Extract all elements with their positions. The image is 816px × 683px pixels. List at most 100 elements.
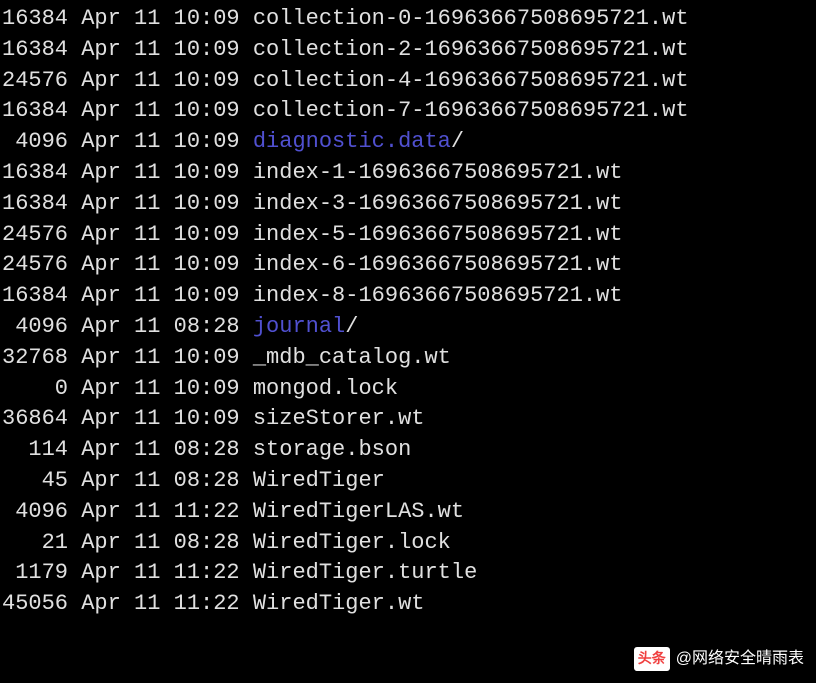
file-month: Apr [81, 499, 121, 524]
file-month: Apr [81, 6, 121, 31]
file-size: 4096 [2, 497, 68, 528]
file-time: 10:09 [174, 37, 240, 62]
file-day: 11 [134, 376, 160, 401]
file-size: 45 [2, 466, 68, 497]
listing-row: 32768 Apr 11 10:09 _mdb_catalog.wt [2, 343, 814, 374]
listing-row: 16384 Apr 11 10:09 index-3-1696366750869… [2, 189, 814, 220]
file-size: 24576 [2, 220, 68, 251]
file-time: 10:09 [174, 129, 240, 154]
file-size: 32768 [2, 343, 68, 374]
file-time: 08:28 [174, 468, 240, 493]
file-name: WiredTigerLAS.wt [253, 499, 464, 524]
file-day: 11 [134, 222, 160, 247]
file-month: Apr [81, 406, 121, 431]
file-time: 11:22 [174, 591, 240, 616]
file-month: Apr [81, 283, 121, 308]
file-month: Apr [81, 252, 121, 277]
file-day: 11 [134, 437, 160, 462]
file-month: Apr [81, 437, 121, 462]
file-size: 24576 [2, 250, 68, 281]
file-size: 0 [2, 374, 68, 405]
listing-row: 16384 Apr 11 10:09 collection-0-16963667… [2, 4, 814, 35]
file-month: Apr [81, 314, 121, 339]
file-time: 10:09 [174, 406, 240, 431]
file-day: 11 [134, 252, 160, 277]
file-name: WiredTiger.wt [253, 591, 425, 616]
listing-row: 21 Apr 11 08:28 WiredTiger.lock [2, 528, 814, 559]
watermark-logo: 头条 [634, 647, 670, 671]
file-month: Apr [81, 591, 121, 616]
file-name: index-6-16963667508695721.wt [253, 252, 623, 277]
file-time: 10:09 [174, 160, 240, 185]
file-name: collection-0-16963667508695721.wt [253, 6, 689, 31]
file-name: index-1-16963667508695721.wt [253, 160, 623, 185]
file-size: 24576 [2, 66, 68, 97]
listing-row: 4096 Apr 11 08:28 journal/ [2, 312, 814, 343]
listing-row: 24576 Apr 11 10:09 index-6-1696366750869… [2, 250, 814, 281]
file-name: WiredTiger.lock [253, 530, 451, 555]
file-month: Apr [81, 222, 121, 247]
file-name: collection-7-16963667508695721.wt [253, 98, 689, 123]
watermark-handle: @网络安全晴雨表 [676, 648, 804, 670]
listing-row: 0 Apr 11 10:09 mongod.lock [2, 374, 814, 405]
terminal-output: 16384 Apr 11 10:09 collection-0-16963667… [2, 4, 814, 620]
file-time: 10:09 [174, 191, 240, 216]
file-size: 4096 [2, 312, 68, 343]
directory-name: journal [253, 314, 345, 339]
file-day: 11 [134, 560, 160, 585]
file-day: 11 [134, 98, 160, 123]
file-day: 11 [134, 160, 160, 185]
file-day: 11 [134, 345, 160, 370]
file-size: 16384 [2, 4, 68, 35]
file-size: 16384 [2, 96, 68, 127]
file-month: Apr [81, 98, 121, 123]
directory-name: diagnostic.data [253, 129, 451, 154]
file-month: Apr [81, 160, 121, 185]
file-time: 10:09 [174, 222, 240, 247]
file-time: 08:28 [174, 530, 240, 555]
file-day: 11 [134, 499, 160, 524]
file-month: Apr [81, 376, 121, 401]
file-name: sizeStorer.wt [253, 406, 425, 431]
listing-row: 4096 Apr 11 10:09 diagnostic.data/ [2, 127, 814, 158]
file-month: Apr [81, 468, 121, 493]
file-month: Apr [81, 129, 121, 154]
file-time: 10:09 [174, 283, 240, 308]
listing-row: 24576 Apr 11 10:09 index-5-1696366750869… [2, 220, 814, 251]
file-size: 36864 [2, 404, 68, 435]
file-day: 11 [134, 314, 160, 339]
file-size: 16384 [2, 35, 68, 66]
dir-slash: / [345, 314, 358, 339]
file-month: Apr [81, 191, 121, 216]
file-time: 11:22 [174, 560, 240, 585]
file-name: WiredTiger.turtle [253, 560, 477, 585]
file-size: 1179 [2, 558, 68, 589]
listing-row: 36864 Apr 11 10:09 sizeStorer.wt [2, 404, 814, 435]
file-time: 11:22 [174, 499, 240, 524]
file-time: 10:09 [174, 376, 240, 401]
file-name: collection-4-16963667508695721.wt [253, 68, 689, 93]
file-time: 08:28 [174, 314, 240, 339]
listing-row: 114 Apr 11 08:28 storage.bson [2, 435, 814, 466]
file-day: 11 [134, 406, 160, 431]
file-size: 16384 [2, 158, 68, 189]
file-size: 45056 [2, 589, 68, 620]
listing-row: 16384 Apr 11 10:09 index-8-1696366750869… [2, 281, 814, 312]
file-day: 11 [134, 591, 160, 616]
file-name: _mdb_catalog.wt [253, 345, 451, 370]
file-month: Apr [81, 68, 121, 93]
file-day: 11 [134, 283, 160, 308]
file-day: 11 [134, 37, 160, 62]
file-name: WiredTiger [253, 468, 385, 493]
listing-row: 24576 Apr 11 10:09 collection-4-16963667… [2, 66, 814, 97]
listing-row: 45056 Apr 11 11:22 WiredTiger.wt [2, 589, 814, 620]
file-day: 11 [134, 6, 160, 31]
file-day: 11 [134, 191, 160, 216]
file-size: 114 [2, 435, 68, 466]
file-size: 16384 [2, 189, 68, 220]
file-time: 10:09 [174, 345, 240, 370]
file-month: Apr [81, 37, 121, 62]
file-name: index-8-16963667508695721.wt [253, 283, 623, 308]
file-name: mongod.lock [253, 376, 398, 401]
file-time: 10:09 [174, 6, 240, 31]
